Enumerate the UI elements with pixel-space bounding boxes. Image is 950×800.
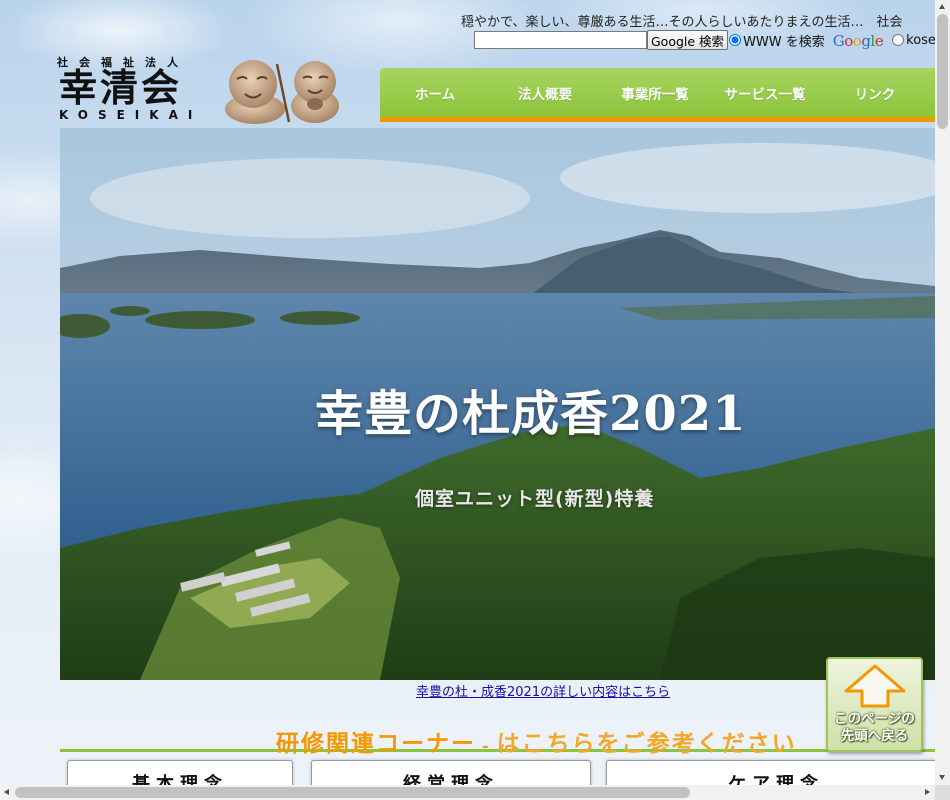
training-heading: 研修関連コーナー - はこちらをご参考ください xyxy=(276,724,797,758)
google-search-form: Google 検索 WWW を検索 Google koseik xyxy=(474,30,935,50)
nav-links[interactable]: リンク xyxy=(820,68,930,117)
training-separator: - xyxy=(482,736,491,755)
card-management-philosophy[interactable]: 経営理念 xyxy=(311,760,591,785)
hero-subtitle: 個室ユニット型(新型)特養 xyxy=(415,488,655,510)
card-title: 経営理念 xyxy=(403,774,499,785)
search-input[interactable] xyxy=(474,31,647,49)
logo-english: KOSEIKAI xyxy=(59,108,203,122)
page-viewport: 穏やかで、楽しい、尊厳ある生活…その人らしいあたりまえの生活… 社会 Googl… xyxy=(0,0,935,785)
nav-about[interactable]: 法人概要 xyxy=(490,68,600,117)
training-banner[interactable]: 研修関連コーナー - はこちらをご参考ください xyxy=(60,720,935,757)
philosophy-cards: 基本理念 経営理念 ケア理念 xyxy=(0,760,935,785)
horizontal-scroll-thumb[interactable] xyxy=(15,787,690,798)
back-to-top-line2: 先頭へ戻る xyxy=(840,728,909,744)
scroll-up-icon[interactable] xyxy=(939,4,945,9)
nav-services[interactable]: サービス一覧 xyxy=(710,68,820,117)
radio-www[interactable] xyxy=(729,34,742,46)
scroll-down-icon[interactable] xyxy=(939,775,945,780)
card-care-philosophy[interactable]: ケア理念 xyxy=(606,760,935,785)
training-rest: はこちらをご参考ください xyxy=(496,730,797,757)
google-search-button[interactable]: Google 検索 xyxy=(647,30,729,50)
header-tagline: 穏やかで、楽しい、尊厳ある生活…その人らしいあたりまえの生活… 社会 xyxy=(461,15,903,30)
vertical-scroll-thumb[interactable] xyxy=(937,14,948,129)
horizontal-scrollbar[interactable] xyxy=(0,785,935,800)
google-logo: Google xyxy=(832,32,884,50)
nav-home[interactable]: ホーム xyxy=(380,68,490,117)
card-basic-philosophy[interactable]: 基本理念 xyxy=(67,760,293,785)
scrollbar-corner xyxy=(935,785,950,800)
hero-title: 幸豊の杜成香2021 xyxy=(315,386,747,442)
back-to-top-line1: このページの xyxy=(834,711,915,727)
hero-banner[interactable]: 幸豊の杜成香2021 個室ユニット型(新型)特養 xyxy=(60,128,935,680)
vertical-scrollbar[interactable] xyxy=(935,0,950,785)
training-lead: 研修関連コーナー xyxy=(276,730,476,757)
site-logo[interactable]: 社会福祉法人 幸清会 KOSEIKAI xyxy=(57,52,342,124)
nav-facilities[interactable]: 事業所一覧 xyxy=(600,68,710,117)
scroll-right-icon[interactable] xyxy=(925,789,930,795)
back-to-top-label: このページの 先頭へ戻る xyxy=(828,711,921,745)
scroll-left-icon[interactable] xyxy=(4,789,9,795)
radio-site[interactable] xyxy=(892,34,905,46)
radio-www-label: WWW を検索 xyxy=(743,34,825,50)
hero-detail-link[interactable]: 幸豊の杜・成香2021の詳しい内容はこちら xyxy=(416,681,670,700)
radio-site-label: koseik xyxy=(906,32,935,48)
jizo-figures-icon xyxy=(225,60,339,124)
back-to-top-button[interactable]: このページの 先頭へ戻る xyxy=(826,657,923,752)
card-title: ケア理念 xyxy=(728,774,824,785)
main-nav: ホーム 法人概要 事業所一覧 サービス一覧 リンク xyxy=(380,68,935,122)
card-title: 基本理念 xyxy=(132,774,228,785)
logo-title: 幸清会 xyxy=(59,65,183,110)
arrow-up-icon xyxy=(844,664,906,708)
